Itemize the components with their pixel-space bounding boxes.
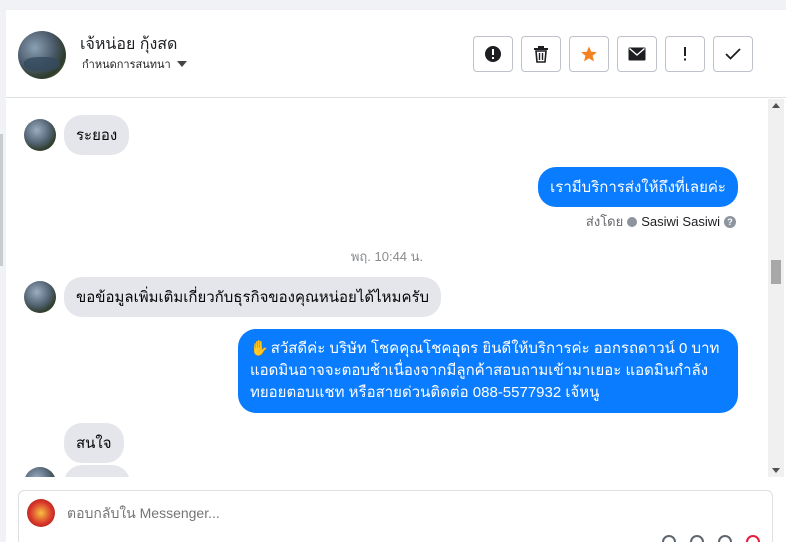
conversation-toolbar bbox=[473, 36, 753, 72]
sender-name: Sasiwi Sasiwi bbox=[641, 214, 720, 229]
follow-up-button[interactable] bbox=[665, 36, 705, 72]
attachment-icon[interactable] bbox=[690, 535, 704, 542]
contact-avatar-small bbox=[24, 467, 56, 477]
sent-by-info: ส่งโดย Sasiwi Sasiwi ? bbox=[586, 211, 736, 232]
star-icon bbox=[581, 46, 597, 62]
message-incoming: ระยอง bbox=[64, 115, 130, 155]
exclamation-icon bbox=[684, 47, 686, 61]
chevron-down-icon bbox=[176, 61, 187, 67]
contact-avatar-small bbox=[24, 281, 56, 313]
message-thread: ระยอง เรามีบริการส่งให้ถึงที่เลยค่ะ ส่งโ… bbox=[6, 99, 768, 477]
mark-unread-button[interactable] bbox=[617, 36, 657, 72]
composer-tools bbox=[662, 535, 760, 542]
raised-hand-emoji: ✋ bbox=[250, 340, 269, 357]
message-outgoing: ✋ สวัสดีค่ะ บริษัท โชคคุณโชคอุดร ยินดีให้… bbox=[238, 329, 738, 413]
reply-composer bbox=[18, 490, 773, 542]
trash-icon bbox=[534, 46, 548, 63]
page-avatar bbox=[27, 499, 55, 527]
reply-input[interactable] bbox=[67, 505, 667, 521]
message-text: สวัสดีค่ะ บริษัท โชคคุณโชคอุดร ยินดีให้บ… bbox=[250, 340, 720, 401]
sent-by-label: ส่งโดย bbox=[585, 214, 624, 229]
contact-name[interactable]: เจ้หน่อย กุ้งสด bbox=[80, 32, 177, 57]
conversation-header: เจ้หน่อย กุ้งสด กำหนดการสนทนา bbox=[6, 10, 786, 98]
emoji-icon[interactable] bbox=[662, 535, 676, 542]
mark-done-button[interactable] bbox=[713, 36, 753, 72]
check-icon bbox=[725, 48, 741, 60]
left-panel-scrollbar[interactable] bbox=[0, 134, 3, 266]
assign-label: กำหนดการสนทนา bbox=[82, 59, 171, 71]
top-strip bbox=[0, 0, 786, 10]
star-button[interactable] bbox=[569, 36, 609, 72]
mark-spam-button[interactable] bbox=[473, 36, 513, 72]
delete-button[interactable] bbox=[521, 36, 561, 72]
message-incoming: สนใจ bbox=[64, 423, 124, 463]
scroll-down-icon[interactable] bbox=[772, 468, 780, 473]
assign-conversation-dropdown[interactable]: กำหนดการสนทนา bbox=[82, 55, 187, 73]
scroll-up-icon[interactable] bbox=[772, 103, 780, 108]
contact-avatar[interactable] bbox=[18, 31, 66, 79]
thread-scrollbar[interactable] bbox=[768, 99, 784, 477]
alert-circle-icon bbox=[485, 46, 501, 62]
contact-avatar-small bbox=[24, 119, 56, 151]
mail-icon bbox=[628, 47, 646, 61]
sticker-icon[interactable] bbox=[718, 535, 732, 542]
timestamp-divider: พฤ. 10:44 น. bbox=[350, 249, 424, 264]
like-icon[interactable] bbox=[746, 535, 760, 542]
message-incoming: ขอข้อมูลเพิ่มเติมเกี่ยวกับธุรกิจของคุณหน… bbox=[64, 277, 442, 317]
scroll-thumb[interactable] bbox=[771, 260, 781, 284]
verified-icon bbox=[627, 216, 638, 227]
message-incoming-partial bbox=[64, 465, 130, 477]
message-outgoing: เรามีบริการส่งให้ถึงที่เลยค่ะ bbox=[538, 167, 738, 207]
help-icon[interactable]: ? bbox=[724, 215, 736, 228]
